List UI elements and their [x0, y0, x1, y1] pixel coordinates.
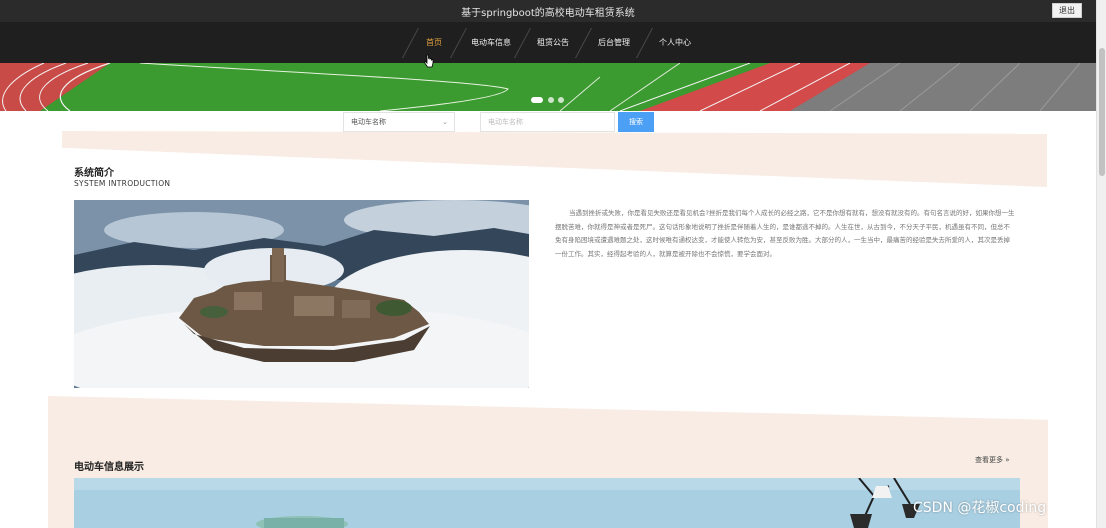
- page-scrollbar[interactable]: [1096, 0, 1106, 528]
- view-more-link[interactable]: 查看更多 »: [975, 455, 1010, 465]
- decorative-band: [62, 131, 1047, 187]
- search-input[interactable]: 电动车名称: [480, 112, 615, 132]
- intro-image: [74, 200, 529, 388]
- track-field-image: [0, 63, 1096, 111]
- nav-item-ebike-info[interactable]: 电动车信息: [466, 22, 516, 63]
- title-bar: 基于springboot的高校电动车租赁系统 退出: [0, 0, 1096, 22]
- nav-item-admin[interactable]: 后台管理: [591, 22, 637, 63]
- search-field-select[interactable]: 电动车名称 ⌄: [343, 112, 455, 132]
- intro-title: 系统简介: [74, 168, 114, 179]
- scrollbar-thumb[interactable]: [1099, 48, 1105, 176]
- logout-button[interactable]: 退出: [1052, 3, 1082, 18]
- nav-divider: [514, 28, 531, 58]
- intro-subtitle: SYSTEM INTRODUCTION: [74, 179, 171, 188]
- watermark: CSDN @花椒coding: [913, 500, 1047, 516]
- showcase-title: 电动车信息展示: [74, 462, 144, 473]
- site-title: 基于springboot的高校电动车租赁系统: [461, 8, 635, 19]
- nav-divider: [575, 28, 592, 58]
- nav-item-profile[interactable]: 个人中心: [652, 22, 698, 63]
- castle-in-clouds-image: [74, 200, 529, 388]
- carousel-banner[interactable]: [0, 63, 1096, 111]
- showcase-image[interactable]: [74, 478, 1020, 528]
- carousel-dot-active[interactable]: [531, 97, 543, 103]
- select-value: 电动车名称: [351, 118, 386, 126]
- nav-divider: [636, 28, 653, 58]
- intro-paragraph: 当遇到挫折或失败，你是看见失败还是看见机会?挫折是我们每个人成长的必经之路，它不…: [555, 209, 1015, 258]
- search-bar: 电动车名称 ⌄ 电动车名称 搜索: [0, 111, 1096, 133]
- carousel-dot[interactable]: [558, 97, 564, 103]
- nav-item-rental-notices[interactable]: 租赁公告: [530, 22, 576, 63]
- mouse-cursor-icon: [423, 53, 435, 72]
- search-button[interactable]: 搜索: [618, 112, 654, 132]
- ebike-showcase-photo: [74, 478, 1020, 528]
- nav-divider: [450, 28, 467, 58]
- carousel-dot[interactable]: [548, 97, 554, 103]
- chevron-down-icon: ⌄: [442, 118, 448, 126]
- main-nav: 首页 电动车信息 租赁公告 后台管理 个人中心: [0, 22, 1096, 63]
